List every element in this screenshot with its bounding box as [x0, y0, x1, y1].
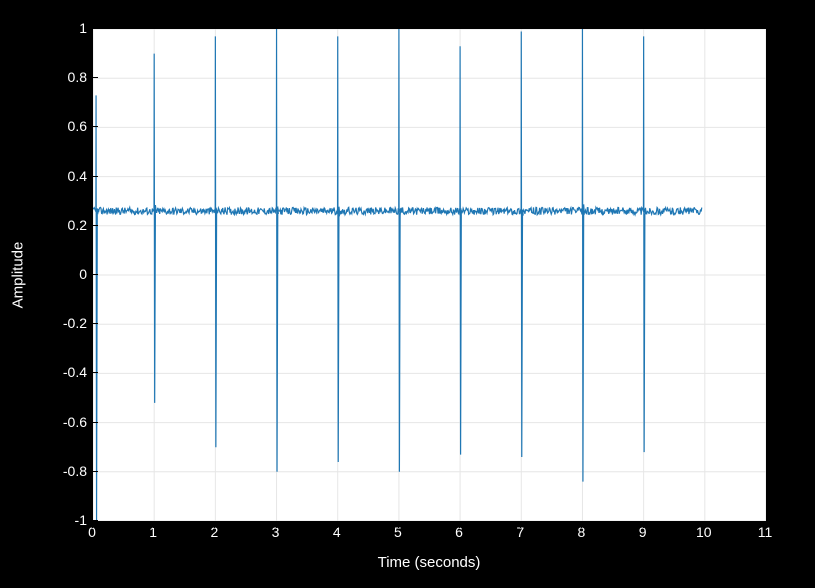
y-tick-label: 0.6: [27, 118, 87, 134]
y-tick-label: 0.2: [27, 217, 87, 233]
x-tick: [214, 522, 215, 528]
y-tick-label: 0: [27, 266, 87, 282]
x-tick: [520, 522, 521, 528]
y-tick: [92, 422, 98, 423]
y-tick-label: -0.8: [27, 463, 87, 479]
chart-axes: [92, 28, 767, 522]
y-tick: [92, 323, 98, 324]
y-tick: [92, 372, 98, 373]
x-tick: [153, 522, 154, 528]
y-tick-label: -0.4: [27, 364, 87, 380]
y-tick-label: 0.4: [27, 168, 87, 184]
grid: [93, 29, 766, 521]
y-tick: [92, 520, 98, 521]
y-tick: [92, 77, 98, 78]
x-tick: [765, 522, 766, 528]
figure: Amplitude Time (seconds) -1-0.8-0.6-0.4-…: [0, 0, 815, 588]
x-tick: [643, 522, 644, 528]
y-tick: [92, 274, 98, 275]
plot-svg: [93, 29, 766, 521]
y-tick: [92, 471, 98, 472]
y-axis-label: Amplitude: [10, 242, 27, 309]
x-tick: [704, 522, 705, 528]
x-tick: [581, 522, 582, 528]
y-tick-label: -0.2: [27, 315, 87, 331]
x-axis-label: Time (seconds): [378, 554, 481, 571]
x-tick: [276, 522, 277, 528]
x-tick: [459, 522, 460, 528]
y-tick: [92, 28, 98, 29]
y-tick-label: -0.6: [27, 414, 87, 430]
x-tick: [92, 522, 93, 528]
x-tick: [398, 522, 399, 528]
y-tick: [92, 225, 98, 226]
y-tick-label: 0.8: [27, 69, 87, 85]
y-tick: [92, 126, 98, 127]
y-tick: [92, 176, 98, 177]
x-tick: [337, 522, 338, 528]
y-tick-label: 1: [27, 20, 87, 36]
